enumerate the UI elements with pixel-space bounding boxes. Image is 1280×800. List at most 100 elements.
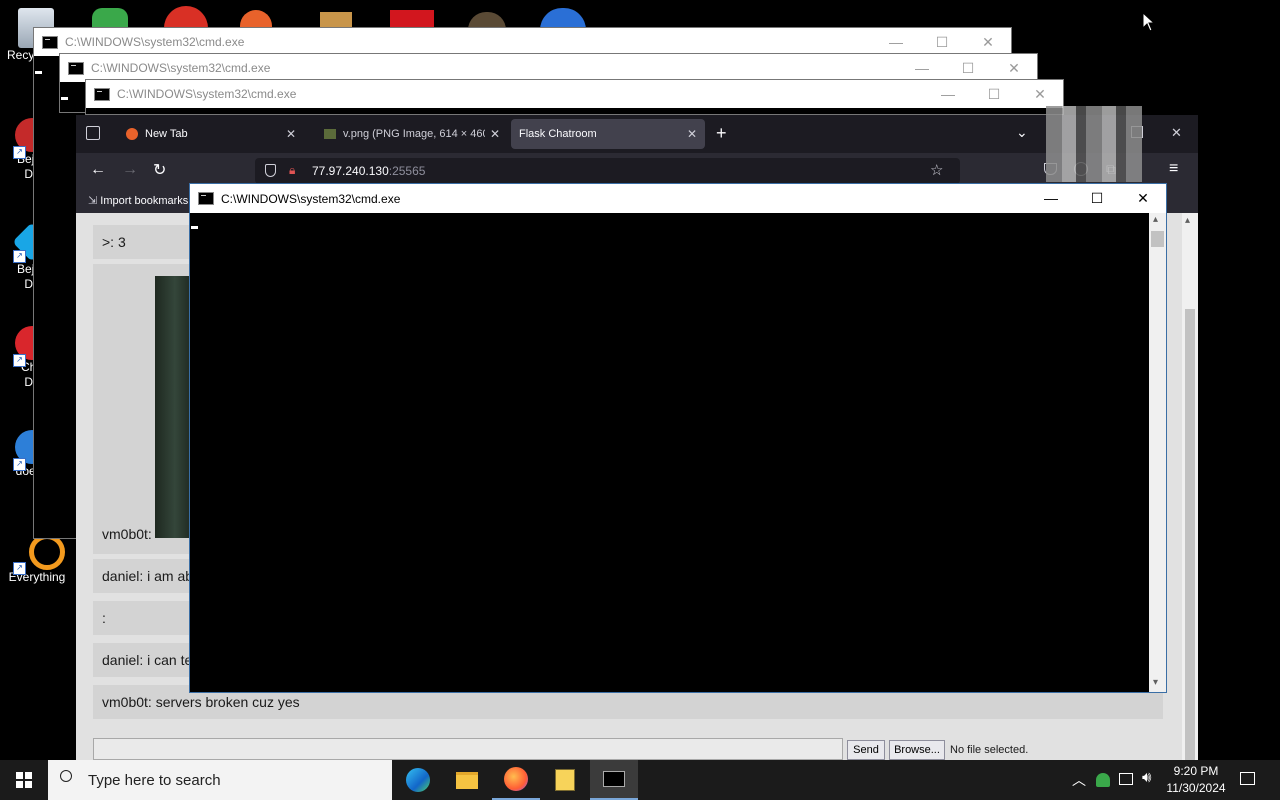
url-bar[interactable]: 🔒︎ 77.97.240.130:25565 ☆ (255, 158, 960, 184)
maximize-button[interactable]: ☐ (945, 54, 991, 82)
tab-label: New Tab (145, 128, 188, 140)
reload-icon[interactable]: ↻ (153, 160, 166, 180)
clock-date[interactable]: 11/30/2024 (1163, 781, 1229, 795)
message-text: daniel: i can te (102, 652, 193, 668)
cmd-titlebar[interactable]: C:\WINDOWS\system32\cmd.exe — ☐ ✕ (190, 184, 1166, 213)
maximize-button[interactable]: ☐ (971, 80, 1017, 108)
cmd-titlebar[interactable]: C:\WINDOWS\system32\cmd.exe — ☐ ✕ (34, 28, 1011, 56)
everything-search-icon (29, 534, 65, 570)
edge-icon (406, 768, 430, 792)
tab-close-icon[interactable]: ✕ (687, 127, 697, 141)
scrollbar-thumb[interactable] (1185, 309, 1195, 760)
browser-close-button[interactable]: ✕ (1171, 125, 1182, 141)
file-status: No file selected. (950, 744, 1029, 756)
chat-message-sender: vm0b0t: (102, 526, 152, 542)
message-text: vm0b0t: servers broken cuz yes (102, 694, 300, 710)
cmd-titlebar[interactable]: C:\WINDOWS\system32\cmd.exe — ☐ ✕ (86, 80, 1063, 108)
cmd-window-active[interactable]: C:\WINDOWS\system32\cmd.exe — ☐ ✕ ▴ ▾ (189, 183, 1167, 693)
cmd-cursor (191, 226, 198, 229)
shortcut-arrow-icon: ↗ (13, 458, 26, 471)
scroll-up-arrow-icon[interactable]: ▴ (1153, 214, 1158, 225)
message-text: : (102, 610, 106, 626)
minimize-button[interactable]: — (899, 54, 945, 82)
close-button[interactable]: ✕ (1017, 80, 1063, 108)
cmd-scrollbar[interactable]: ▴ ▾ (1149, 213, 1166, 692)
cmd-icon (198, 192, 214, 205)
forward-arrow-icon[interactable]: → (122, 161, 138, 179)
cmd-titlebar[interactable]: C:\WINDOWS\system32\cmd.exe — ☐ ✕ (60, 54, 1037, 82)
network-icon[interactable] (1119, 773, 1133, 785)
new-tab-button[interactable]: + (716, 123, 727, 144)
taskbar-cmd[interactable] (590, 760, 638, 800)
scrollbar-thumb[interactable] (1151, 231, 1164, 247)
image-icon (324, 129, 336, 139)
message-text: >: 3 (102, 234, 126, 250)
people-icon[interactable] (1096, 773, 1110, 787)
taskbar-search-box[interactable]: Type here to search (48, 760, 392, 800)
taskbar-edge[interactable] (394, 760, 442, 800)
back-arrow-icon[interactable]: ← (90, 161, 106, 179)
cmd-title: C:\WINDOWS\system32\cmd.exe (221, 191, 401, 206)
shortcut-arrow-icon: ↗ (13, 562, 26, 575)
tab-flask-chatroom[interactable]: Flask Chatroom ✕ (511, 119, 705, 149)
taskbar-firefox[interactable] (492, 760, 540, 800)
taskbar-app[interactable] (541, 760, 589, 800)
cmd-title: C:\WINDOWS\system32\cmd.exe (65, 35, 245, 49)
notifications-icon[interactable] (1240, 772, 1255, 785)
tab-label: v.png (PNG Image, 614 × 460 p (343, 128, 485, 140)
insecure-lock-icon[interactable]: 🔒︎ (289, 163, 295, 178)
render-glitch (1046, 106, 1142, 182)
taskbar-file-explorer[interactable] (443, 760, 491, 800)
close-button[interactable]: ✕ (1120, 184, 1166, 212)
clock-time[interactable]: 9:20 PM (1166, 764, 1226, 778)
start-button[interactable] (0, 760, 48, 800)
maximize-button[interactable]: ☐ (919, 28, 965, 56)
bookmark-star-icon[interactable]: ☆ (930, 161, 943, 179)
search-icon (60, 770, 72, 782)
menu-hamburger-icon[interactable]: ≡ (1169, 160, 1178, 178)
volume-icon[interactable]: 🔊︎ (1142, 769, 1151, 786)
minimize-button[interactable]: — (925, 80, 971, 108)
url-text: 77.97.240.130:25565 (312, 164, 425, 178)
scroll-up-arrow-icon[interactable]: ▴ (1185, 215, 1190, 226)
windows-logo-icon (16, 772, 32, 788)
close-button[interactable]: ✕ (965, 28, 1011, 56)
firefox-icon (126, 128, 138, 140)
taskbar: Type here to search ︿ 🔊︎ 9:20 PM 11/30/2… (0, 760, 1280, 800)
tab-image[interactable]: v.png (PNG Image, 614 × 460 p ✕ (316, 119, 502, 149)
cmd-title: C:\WINDOWS\system32\cmd.exe (117, 87, 297, 101)
url-port: :25565 (388, 164, 426, 178)
message-input[interactable] (93, 738, 843, 760)
close-button[interactable]: ✕ (991, 54, 1037, 82)
import-bookmarks[interactable]: ⇲ Import bookmarks (88, 194, 188, 207)
import-icon: ⇲ (88, 195, 98, 207)
search-placeholder: Type here to search (88, 772, 221, 789)
cmd-icon (68, 61, 84, 75)
maximize-button[interactable]: ☐ (1074, 184, 1120, 212)
cmd-cursor (61, 97, 68, 100)
tab-close-icon[interactable]: ✕ (286, 127, 296, 141)
tracking-shield-icon[interactable] (265, 164, 276, 177)
tab-strip: New Tab ✕ v.png (PNG Image, 614 × 460 p … (76, 115, 1198, 153)
scroll-down-arrow-icon[interactable]: ▾ (1153, 677, 1158, 688)
shortcut-arrow-icon: ↗ (13, 354, 26, 367)
tab-close-icon[interactable]: ✕ (490, 127, 500, 141)
mouse-pointer-icon (1142, 11, 1156, 37)
page-scrollbar[interactable]: ▴ (1182, 213, 1198, 760)
show-hidden-icons-chevron-icon[interactable]: ︿ (1072, 770, 1086, 790)
cmd-icon (42, 35, 58, 49)
minimize-button[interactable]: — (873, 28, 919, 56)
cmd-title: C:\WINDOWS\system32\cmd.exe (91, 61, 271, 75)
tab-new-tab[interactable]: New Tab ✕ (118, 119, 304, 149)
desktop-icon-everything[interactable]: Everything (5, 534, 69, 585)
minimize-button[interactable]: — (1028, 184, 1074, 212)
send-button[interactable]: Send (847, 740, 885, 760)
list-tabs-chevron-icon[interactable]: ⌄ (1016, 124, 1028, 141)
shortcut-arrow-icon: ↗ (13, 146, 26, 159)
cmd-window-3[interactable]: C:\WINDOWS\system32\cmd.exe — ☐ ✕ (85, 79, 1064, 115)
folder-icon (456, 771, 478, 789)
cmd-icon (603, 771, 625, 787)
browse-file-button[interactable]: Browse... (889, 740, 945, 760)
tab-overview-icon[interactable] (86, 126, 100, 140)
firefox-icon (504, 767, 528, 791)
